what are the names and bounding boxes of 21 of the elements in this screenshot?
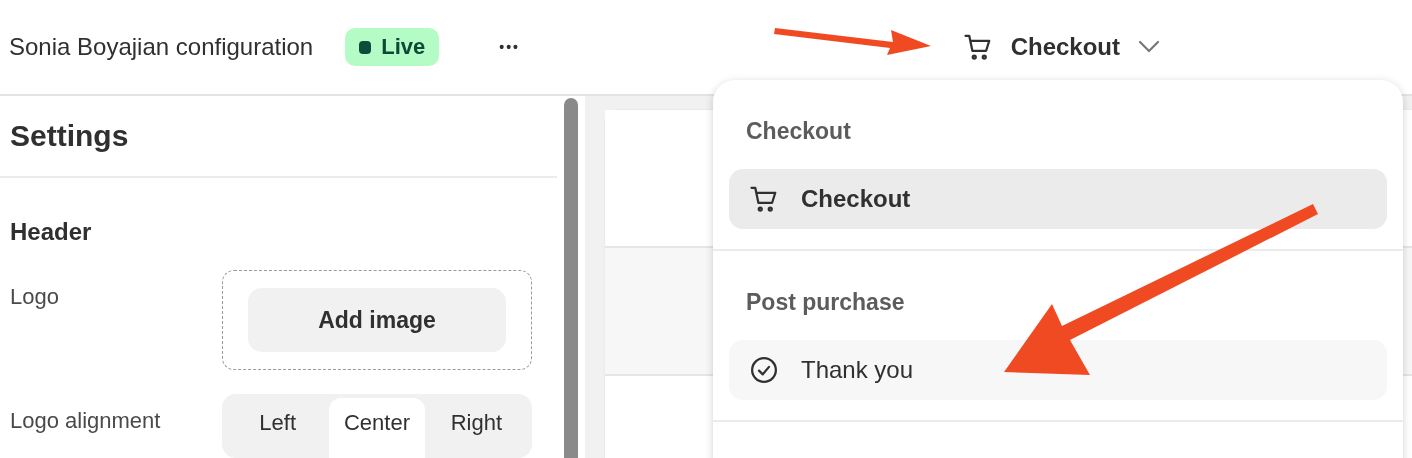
scrollbar-thumb[interactable] (564, 98, 578, 458)
alignment-option[interactable]: Center (329, 398, 425, 458)
alignment-option[interactable]: Right (428, 398, 524, 458)
add-image-button[interactable]: Add image (248, 288, 506, 352)
group-heading: Checkout (746, 118, 852, 145)
alignment-label: Logo alignment (10, 407, 162, 435)
menu-item[interactable]: Checkout (729, 169, 1387, 229)
page-selector[interactable]: Checkout (954, 28, 1168, 66)
section-heading: Header (10, 218, 93, 246)
cart-icon (749, 184, 779, 214)
status-badge: Live (345, 28, 440, 66)
settings-title: Settings (10, 119, 129, 153)
menu-item[interactable]: Thank you (729, 340, 1387, 400)
cart-icon (962, 32, 993, 62)
more-button[interactable]: ••• (495, 35, 524, 59)
chevron-down-icon (1138, 40, 1160, 54)
alignment-option[interactable]: Left (230, 398, 326, 458)
check-circle-icon (749, 355, 779, 385)
configuration-title: Sonia Boyajian configuration (9, 33, 314, 61)
logo-label: Logo (10, 283, 60, 311)
group-heading: Post purchase (746, 289, 906, 316)
